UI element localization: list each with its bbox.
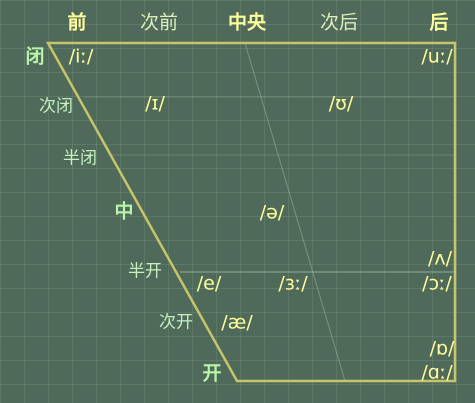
header-near-back: 次后 [319,11,359,34]
header-central: 中央 [227,11,267,34]
vowel-e: /e/ [196,272,222,295]
vowel-u-long: /uː/ [421,45,453,68]
height-close: 闭 [25,45,45,68]
height-open: 开 [202,362,222,385]
height-mid: 中 [114,200,134,223]
vowel-near-close-back: /ʊ/ [328,92,354,115]
vowel-schwa: /ə/ [259,201,285,224]
header-near-front: 次前 [139,11,179,34]
height-near-open: 次开 [159,312,193,333]
vowel-open-o-short: /ɒ/ [429,337,455,360]
vowel-open-o-long: /ɔː/ [422,272,452,295]
height-close-mid: 半闭 [63,148,97,169]
header-front: 前 [67,11,87,34]
vowel-wedge: /ʌ/ [427,247,453,270]
vowel-er-long: /ɜː/ [278,272,308,295]
height-open-mid: 半开 [128,261,162,282]
vowel-a-long: /ɑː/ [421,361,453,384]
vowel-ash: /æ/ [221,311,253,334]
vowel-i-long: /iː/ [68,45,94,68]
header-back: 后 [429,11,449,34]
height-near-close: 次闭 [39,96,73,117]
vowel-near-close-front: /ɪ/ [145,92,165,115]
